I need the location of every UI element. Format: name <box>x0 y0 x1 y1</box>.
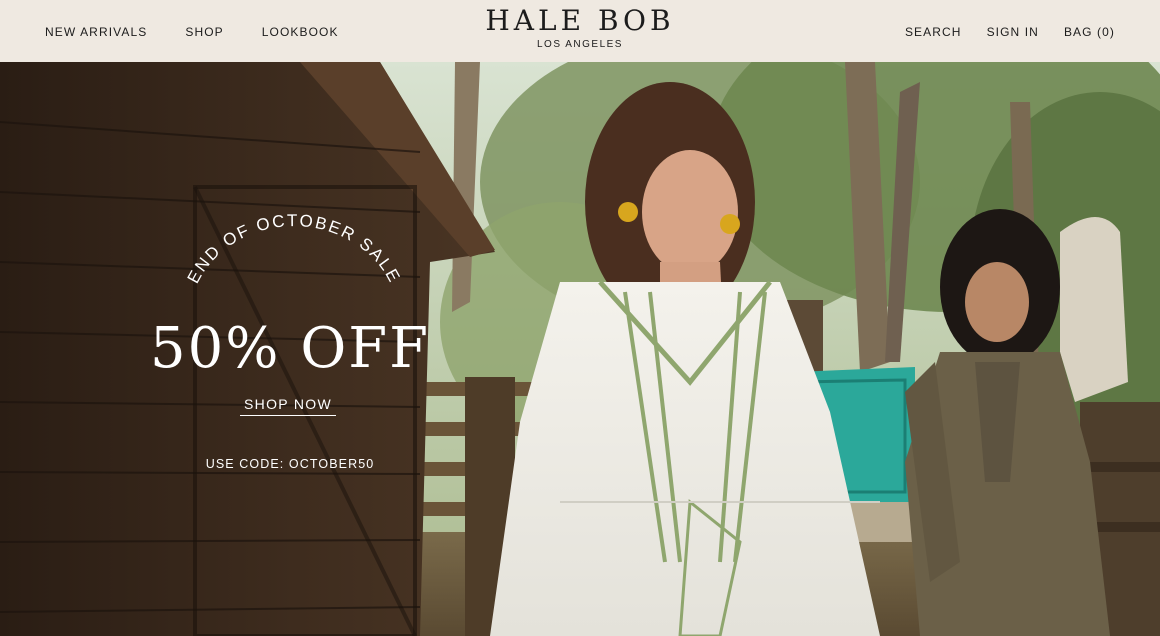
discount-headline: 50% OFF <box>150 316 430 381</box>
shop-now-button[interactable]: SHOP NOW <box>240 396 336 416</box>
utility-nav: SEARCH SIGN IN BAG (0) <box>880 25 1115 39</box>
sign-in-link[interactable]: SIGN IN <box>987 25 1039 39</box>
bag-link[interactable]: BAG (0) <box>1064 25 1115 39</box>
hero-banner[interactable]: END OF OCTOBER SALE 50% OFF SHOP NOW USE… <box>0 62 1160 636</box>
sale-arc-heading: END OF OCTOBER SALE <box>184 212 405 287</box>
svg-text:END OF OCTOBER SALE: END OF OCTOBER SALE <box>184 212 405 287</box>
sale-arc-text: END OF OCTOBER SALE <box>184 212 403 287</box>
site-header: NEW ARRIVALS SHOP LOOKBOOK HALE BOB LOS … <box>0 0 1160 62</box>
brand-location: LOS ANGELES <box>537 39 623 50</box>
search-link[interactable]: SEARCH <box>905 25 962 39</box>
sale-promo: END OF OCTOBER SALE 50% OFF SHOP NOW USE… <box>140 212 440 492</box>
promo-code-text: USE CODE: OCTOBER50 <box>205 457 375 471</box>
